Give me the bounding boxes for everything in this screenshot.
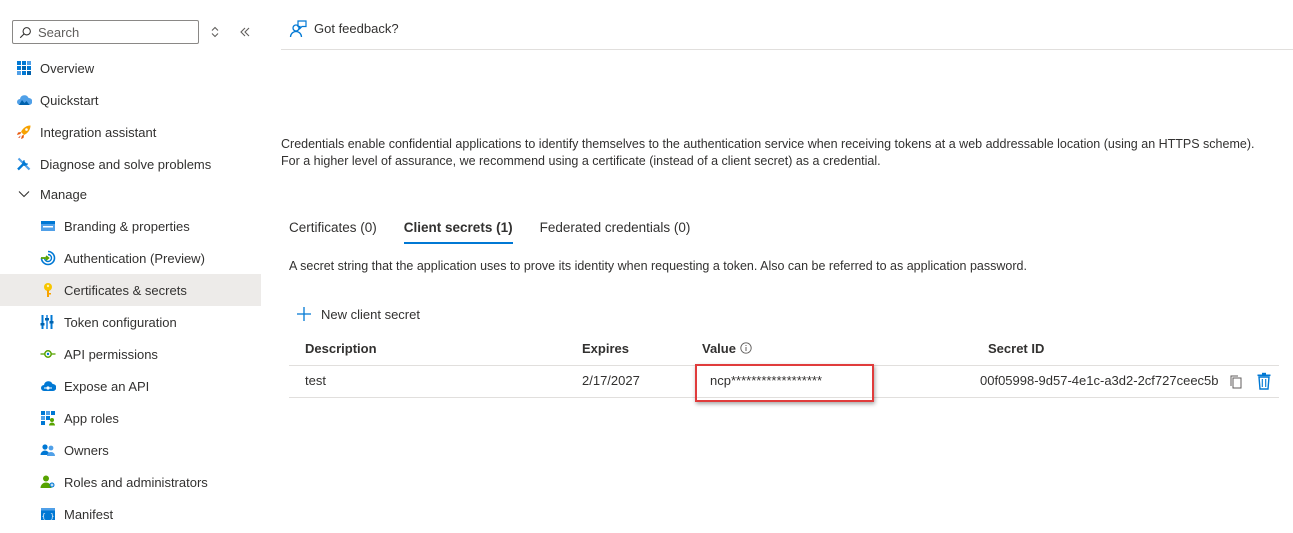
column-header-value: Value: [702, 341, 736, 356]
owners-people-icon: [40, 442, 56, 458]
sidebar-item-api-permissions[interactable]: API permissions: [0, 338, 261, 370]
tab-federated-credentials[interactable]: Federated credentials (0): [540, 216, 691, 244]
tab-certificates[interactable]: Certificates (0): [289, 216, 377, 244]
tab-client-secrets[interactable]: Client secrets (1): [403, 216, 513, 244]
feedback-button[interactable]: Got feedback?: [281, 13, 399, 45]
feedback-person-icon: [289, 19, 307, 37]
cloud-api-icon: [40, 378, 56, 394]
column-header-expires: Expires: [582, 341, 629, 356]
column-header-description: Description: [305, 341, 377, 356]
sidebar-item-token-configuration[interactable]: Token configuration: [0, 306, 261, 338]
sidebar-item-label: Roles and administrators: [64, 474, 208, 490]
sidebar-item-label: Branding & properties: [64, 218, 190, 234]
sidebar-item-label: Expose an API: [64, 378, 150, 394]
cell-expires: 2/17/2027: [582, 373, 640, 388]
feedback-label: Got feedback?: [314, 21, 399, 36]
sidebar-nav: Overview Quickstart Integration assistan…: [0, 52, 261, 530]
sidebar-item-diagnose[interactable]: Diagnose and solve problems: [0, 148, 261, 180]
command-bar: Got feedback?: [281, 14, 1293, 50]
sidebar-item-overview[interactable]: Overview: [0, 52, 261, 84]
column-header-value-wrap: Value: [702, 334, 752, 366]
sidebar-item-expose-api[interactable]: Expose an API: [0, 370, 261, 402]
delete-icon[interactable]: [1256, 372, 1272, 390]
sidebar-item-label: App roles: [64, 410, 119, 426]
sidebar-search-row: [12, 20, 262, 44]
credential-tabs: Certificates (0) Client secrets (1) Fede…: [289, 216, 717, 246]
info-icon[interactable]: [740, 342, 752, 354]
table-header-row: Description Expires Value Secret ID: [289, 334, 1279, 366]
new-client-secret-label: New client secret: [321, 306, 420, 322]
app-roles-grid-icon: [40, 410, 56, 426]
chevron-down-icon: [16, 186, 32, 202]
new-client-secret-button[interactable]: New client secret: [296, 303, 420, 325]
sidebar-item-label: Certificates & secrets: [64, 282, 187, 298]
wrench-icon: [16, 156, 32, 172]
key-icon: [40, 282, 56, 298]
sidebar-item-label: Authentication (Preview): [64, 250, 205, 266]
search-box[interactable]: [12, 20, 199, 44]
plus-icon: [297, 307, 311, 321]
sidebar-item-label: Overview: [40, 60, 95, 76]
cloud-quickstart-icon: [16, 92, 32, 108]
sidebar-item-integration-assistant[interactable]: Integration assistant: [0, 116, 261, 148]
cell-secret-id: 00f05998-9d57-4e1c-a3d2-2cf727ceec5b: [980, 373, 1219, 388]
sidebar-item-label: Integration assistant: [40, 124, 157, 140]
sidebar-item-quickstart[interactable]: Quickstart: [0, 84, 261, 116]
credentials-intro-text: Credentials enable confidential applicat…: [281, 137, 1255, 168]
value-highlight-box: [695, 364, 874, 402]
api-permissions-icon: [40, 346, 56, 362]
branding-icon: [40, 218, 56, 234]
sidebar-item-app-roles[interactable]: App roles: [0, 402, 261, 434]
search-icon: [19, 26, 31, 38]
sidebar-group-manage[interactable]: Manage: [0, 180, 261, 208]
svg-text:{ }: { }: [42, 513, 55, 521]
rocket-icon: [16, 124, 32, 140]
sidebar-item-authentication[interactable]: Authentication (Preview): [0, 242, 261, 274]
main-content: Got feedback? Credentials enable confide…: [281, 0, 1293, 533]
sidebar-item-manifest[interactable]: { } Manifest: [0, 498, 261, 530]
authentication-icon: [40, 250, 56, 266]
token-bars-icon: [40, 314, 56, 330]
manifest-icon: { }: [40, 506, 56, 522]
sidebar: Overview Quickstart Integration assistan…: [0, 0, 261, 533]
overview-grid-icon: [16, 60, 32, 76]
sidebar-item-owners[interactable]: Owners: [0, 434, 261, 466]
cell-description: test: [305, 373, 326, 388]
sidebar-item-certificates-secrets[interactable]: Certificates & secrets: [0, 274, 261, 306]
collapse-sidebar-icon[interactable]: [236, 23, 254, 41]
copy-icon[interactable]: [1228, 374, 1244, 390]
expand-collapse-icon[interactable]: [206, 23, 224, 41]
sidebar-item-label: Manage: [40, 186, 87, 202]
roles-person-icon: [40, 474, 56, 490]
sidebar-item-branding[interactable]: Branding & properties: [0, 210, 261, 242]
client-secrets-description: A secret string that the application use…: [289, 259, 1027, 273]
column-header-secret-id: Secret ID: [988, 341, 1045, 356]
sidebar-item-label: Quickstart: [40, 92, 99, 108]
sidebar-item-roles-administrators[interactable]: Roles and administrators: [0, 466, 261, 498]
sidebar-item-label: API permissions: [64, 346, 158, 362]
sidebar-item-label: Owners: [64, 442, 109, 458]
sidebar-item-label: Manifest: [64, 506, 114, 522]
sidebar-item-label: Diagnose and solve problems: [40, 156, 212, 172]
search-input[interactable]: [38, 24, 188, 40]
sidebar-item-label: Token configuration: [64, 314, 177, 330]
